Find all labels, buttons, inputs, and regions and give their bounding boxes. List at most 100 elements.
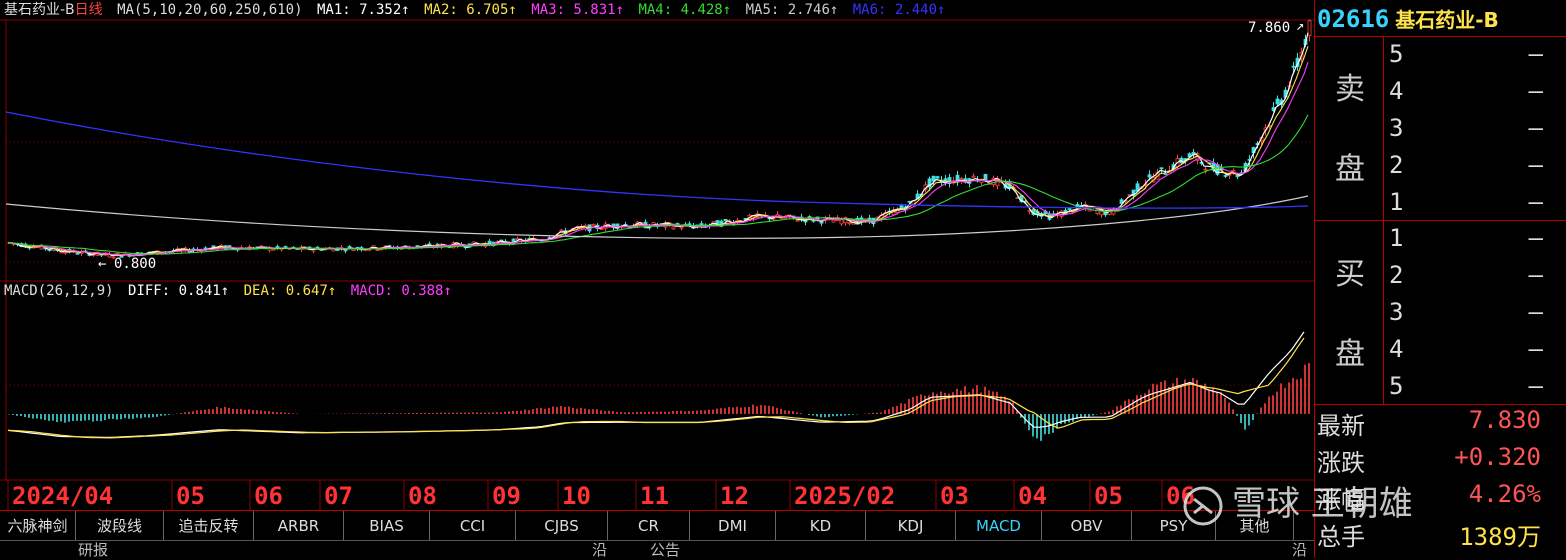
buy-level-5: 5— bbox=[1389, 372, 1559, 408]
stat-label: 涨跌 bbox=[1317, 449, 1365, 477]
candle-body bbox=[75, 252, 80, 255]
candle-body bbox=[1291, 65, 1296, 68]
stat-value: 7.830 bbox=[1468, 406, 1541, 434]
candle-body bbox=[971, 175, 976, 178]
info-strip-item: 沿 bbox=[1292, 541, 1308, 559]
level-value: — bbox=[1528, 151, 1543, 179]
tab-cjbs[interactable]: CJBS bbox=[516, 511, 608, 541]
x-axis-label: 08 bbox=[408, 482, 437, 510]
level-value: — bbox=[1528, 298, 1543, 326]
ma-legend-bar: 基石药业-B日线 MA(5,10,20,60,250,610) MA1: 7.3… bbox=[4, 0, 951, 20]
candle-body bbox=[831, 219, 836, 223]
stat-row: 涨跌 +0.320 bbox=[1317, 443, 1561, 479]
divider bbox=[1383, 37, 1384, 220]
candle-body bbox=[343, 249, 348, 252]
level-number: 3 bbox=[1389, 298, 1404, 326]
research-link[interactable]: 研报 bbox=[78, 539, 108, 560]
x-axis-label: 05 bbox=[176, 482, 205, 510]
stat-value: 1389万 bbox=[1459, 523, 1541, 551]
level-number: 4 bbox=[1389, 77, 1404, 105]
candle-body bbox=[1223, 175, 1228, 177]
stock-name-label: 基石药业-B bbox=[4, 2, 75, 18]
candle-body bbox=[899, 204, 904, 209]
divider bbox=[1315, 36, 1566, 37]
period-label[interactable]: 日线 bbox=[75, 2, 103, 18]
buy-level-3: 3— bbox=[1389, 298, 1559, 334]
x-axis-label: 11 bbox=[640, 482, 669, 510]
level-value: — bbox=[1528, 114, 1543, 142]
stat-value: +0.320 bbox=[1454, 443, 1541, 471]
chart-area[interactable]: 2024/04 05 06 07 08 09 10 11 12 2025/02 03 04 05 06 7… bbox=[0, 0, 1314, 510]
watermark-text: 雪球 王朝雄 bbox=[1232, 484, 1413, 524]
level-number: 4 bbox=[1389, 335, 1404, 363]
sell-label: 卖盘 bbox=[1335, 72, 1365, 187]
stat-value: 4.26% bbox=[1468, 480, 1541, 508]
buy-level-4: 4— bbox=[1389, 335, 1559, 371]
high-price-arrow: ↗ bbox=[1296, 18, 1304, 34]
diff-value: DIFF: 0.841↑ bbox=[128, 283, 230, 299]
ma5-value: MA5: 2.746↑ bbox=[745, 2, 839, 18]
tab-cci[interactable]: CCI bbox=[430, 511, 516, 541]
x-axis-label: 07 bbox=[324, 482, 353, 510]
level-value: — bbox=[1528, 224, 1543, 252]
x-axis-label: 09 bbox=[492, 482, 521, 510]
stock-name: 基石药业-B bbox=[1395, 8, 1499, 32]
buy-label: 买盘 bbox=[1335, 257, 1365, 372]
x-axis-label: 12 bbox=[720, 482, 749, 510]
info-strip: 研报 沿 公告 沿 bbox=[0, 540, 1314, 559]
low-price-arrow: ← bbox=[98, 256, 106, 272]
level-value: — bbox=[1528, 77, 1543, 105]
tab-dmi[interactable]: DMI bbox=[690, 511, 776, 541]
tab-bias[interactable]: BIAS bbox=[344, 511, 430, 541]
sell-level-4: 4— bbox=[1389, 77, 1559, 113]
candle-body bbox=[795, 219, 800, 222]
ma3-value: MA3: 5.831↑ bbox=[531, 2, 624, 18]
tab-kd[interactable]: KD bbox=[776, 511, 866, 541]
x-axis-label: 05 bbox=[1094, 482, 1123, 510]
tab-波段线[interactable]: 波段线 bbox=[76, 511, 164, 541]
level-number: 3 bbox=[1389, 114, 1404, 142]
x-axis-label: 2025/02 bbox=[794, 482, 895, 510]
announcement-link[interactable]: 公告 bbox=[650, 539, 680, 560]
dea-value: DEA: 0.647↑ bbox=[243, 283, 337, 299]
kline-chart[interactable]: 2024/04 05 06 07 08 09 10 11 12 2025/02 03 04 05 06 7… bbox=[0, 0, 1314, 510]
candle-body bbox=[1275, 98, 1280, 105]
candle-body bbox=[1147, 174, 1152, 178]
candle-body bbox=[559, 229, 564, 232]
candle-body bbox=[375, 249, 380, 251]
x-axis-label: 03 bbox=[940, 482, 969, 510]
macd-params-label: MACD(26,12,9) bbox=[4, 283, 114, 299]
tab-obv[interactable]: OBV bbox=[1042, 511, 1132, 541]
candle-body bbox=[271, 248, 276, 251]
tab-六脉神剑[interactable]: 六脉神剑 bbox=[0, 511, 76, 541]
candle-body bbox=[847, 222, 852, 225]
candle-body bbox=[723, 219, 728, 222]
buy-level-1: 1— bbox=[1389, 224, 1559, 260]
level-number: 2 bbox=[1389, 261, 1404, 289]
watermark: 雪球 王朝雄 bbox=[1182, 476, 1413, 536]
candle-body bbox=[1159, 167, 1164, 170]
level-number: 5 bbox=[1389, 40, 1404, 68]
candle-body bbox=[1203, 168, 1208, 171]
ma2-value: MA2: 6.705↑ bbox=[424, 2, 517, 18]
x-axis-label: 04 bbox=[1018, 482, 1047, 510]
tab-cr[interactable]: CR bbox=[608, 511, 690, 541]
tab-arbr[interactable]: ARBR bbox=[254, 511, 344, 541]
candle-body bbox=[711, 221, 716, 224]
info-strip-item: 沿 bbox=[592, 541, 608, 559]
level-number: 5 bbox=[1389, 372, 1404, 400]
divider bbox=[1383, 221, 1384, 404]
tab-kdj[interactable]: KDJ bbox=[866, 511, 956, 541]
divider bbox=[1315, 220, 1566, 221]
sell-level-5: 5— bbox=[1389, 40, 1559, 76]
candle-body bbox=[1307, 20, 1312, 37]
quote-panel: 02616 基石药业-B 卖盘 5—4—3—2—1— 买盘 1—2—3—4—5— … bbox=[1314, 0, 1566, 558]
tab-追击反转[interactable]: 追击反转 bbox=[164, 511, 254, 541]
level-value: — bbox=[1528, 372, 1543, 400]
candle-body bbox=[839, 219, 844, 225]
tab-macd[interactable]: MACD bbox=[956, 511, 1042, 541]
x-axis-label: 06 bbox=[254, 482, 283, 510]
level-value: — bbox=[1528, 40, 1543, 68]
ma4-value: MA4: 4.428↑ bbox=[638, 2, 732, 18]
candle-body bbox=[347, 246, 352, 248]
